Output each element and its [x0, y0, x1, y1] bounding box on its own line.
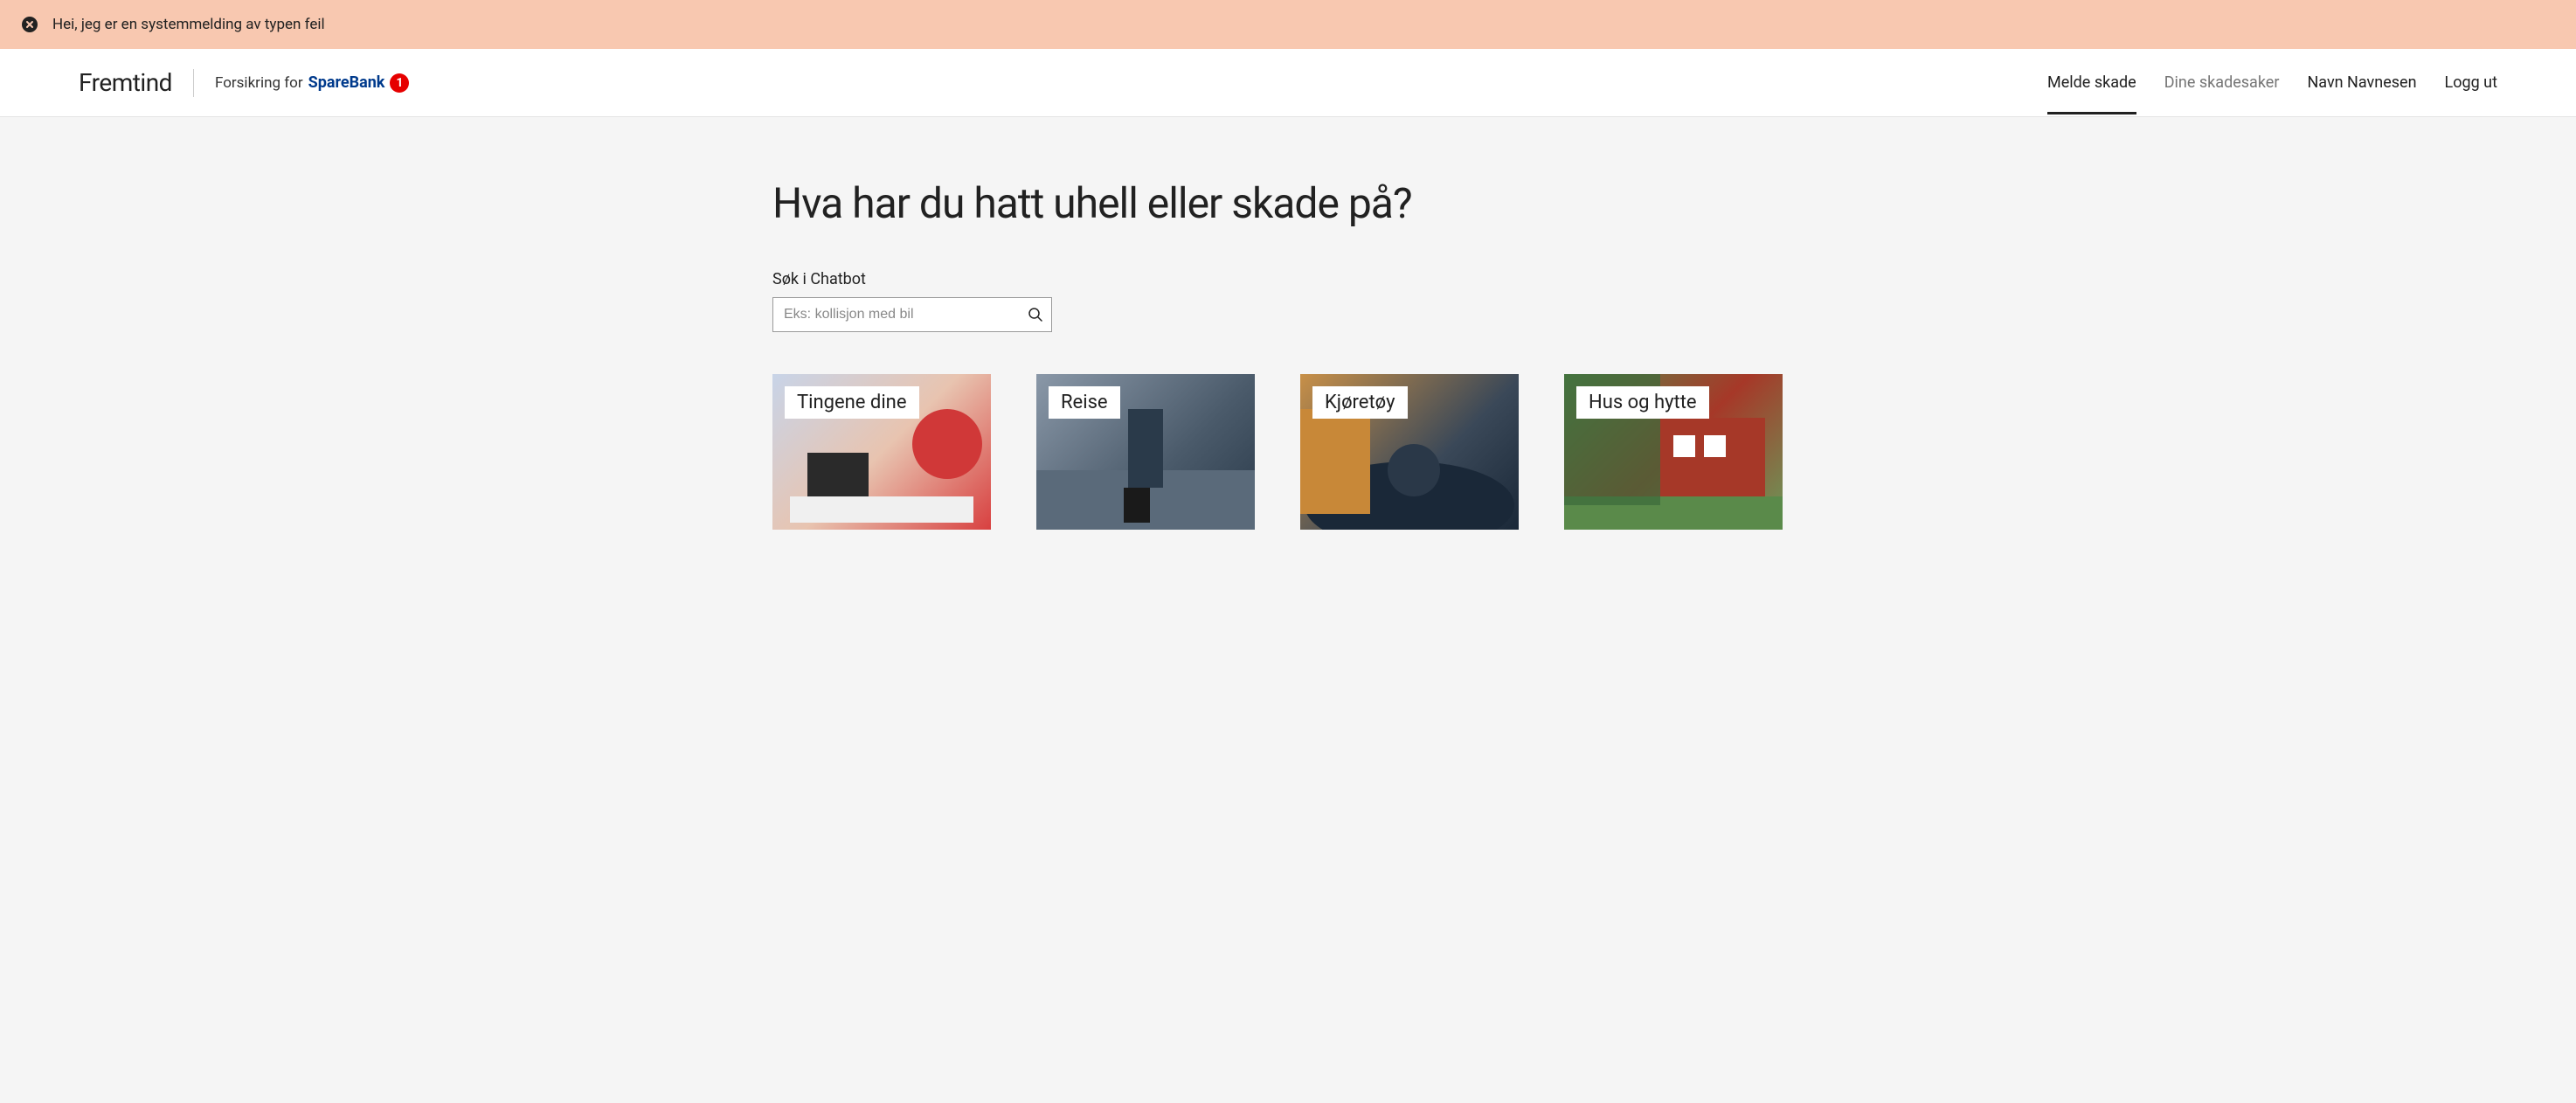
brand-divider	[193, 69, 194, 97]
category-label: Reise	[1049, 386, 1120, 419]
main-nav: Melde skade Dine skadesaker Navn Navnesen L…	[2047, 51, 2497, 114]
system-alert: Hei, jeg er en systemmelding av typen fe…	[0, 0, 2576, 49]
category-card-0[interactable]: Tingene dine	[772, 374, 991, 530]
nav-link-0[interactable]: Melde skade	[2047, 51, 2136, 114]
brand-logo-text[interactable]: Fremtind	[79, 68, 172, 97]
category-card-2[interactable]: Kjøretøy	[1300, 374, 1519, 530]
partner-name: SpareBank	[308, 73, 385, 92]
search-input[interactable]	[772, 297, 1052, 332]
search-label: Søk i Chatbot	[772, 270, 1804, 288]
category-grid: Tingene dine Reise Kjøretøy Hus og hytte	[772, 374, 1804, 530]
page-title: Hva har du hatt uhell eller skade på?	[772, 178, 1804, 228]
category-label: Tingene dine	[785, 386, 919, 419]
category-card-3[interactable]: Hus og hytte	[1564, 374, 1783, 530]
category-label: Hus og hytte	[1576, 386, 1709, 419]
nav-link-1[interactable]: Dine skadesaker	[2164, 51, 2280, 114]
brand-area: Fremtind Forsikring for SpareBank 1	[79, 68, 409, 97]
category-label: Kjøretøy	[1312, 386, 1408, 419]
partner-prefix: Forsikring for	[215, 74, 303, 92]
category-card-1[interactable]: Reise	[1036, 374, 1255, 530]
nav-link-2[interactable]: Navn Navnesen	[2307, 51, 2416, 114]
main-content: Hva har du hatt uhell eller skade på? Sø…	[755, 117, 1821, 565]
partner-badge-icon: 1	[390, 73, 409, 93]
search-field-wrap	[772, 297, 1052, 332]
error-icon	[21, 16, 38, 33]
brand-partner: Forsikring for SpareBank 1	[215, 73, 409, 93]
alert-message: Hei, jeg er en systemmelding av typen fe…	[52, 16, 325, 33]
nav-link-3[interactable]: Logg ut	[2445, 51, 2497, 114]
page-header: Fremtind Forsikring for SpareBank 1 Meld…	[0, 49, 2576, 117]
